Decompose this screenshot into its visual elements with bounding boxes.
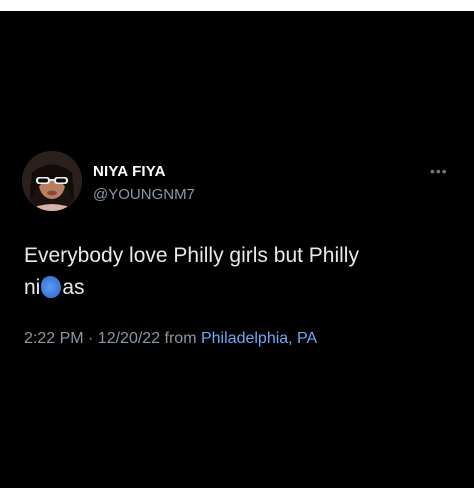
username-handle[interactable]: @YOUNGNM7 [93,186,195,203]
tweet-text-fragment-1: ni [24,276,41,299]
timestamp[interactable]: 2:22 PM · 12/20/22 from [24,330,197,347]
location-link[interactable]: Philadelphia, PA [201,330,317,347]
emoji-scribble-icon [41,276,62,298]
tweet-text-line-1: Everybody love Philly girls but Philly [24,244,359,267]
tweet-meta: 2:22 PM · 12/20/22 from Philadelphia, PA [24,330,317,348]
tweet-text: Everybody love Philly girls but Philly n… [24,240,444,304]
tweet-text-line-2: ni as [24,272,444,304]
more-horizontal-icon[interactable]: ••• [430,163,448,179]
tweet-text-fragment-2: as [62,276,85,299]
avatar[interactable] [22,151,82,211]
display-name[interactable]: NIYA FIYA [93,163,166,180]
